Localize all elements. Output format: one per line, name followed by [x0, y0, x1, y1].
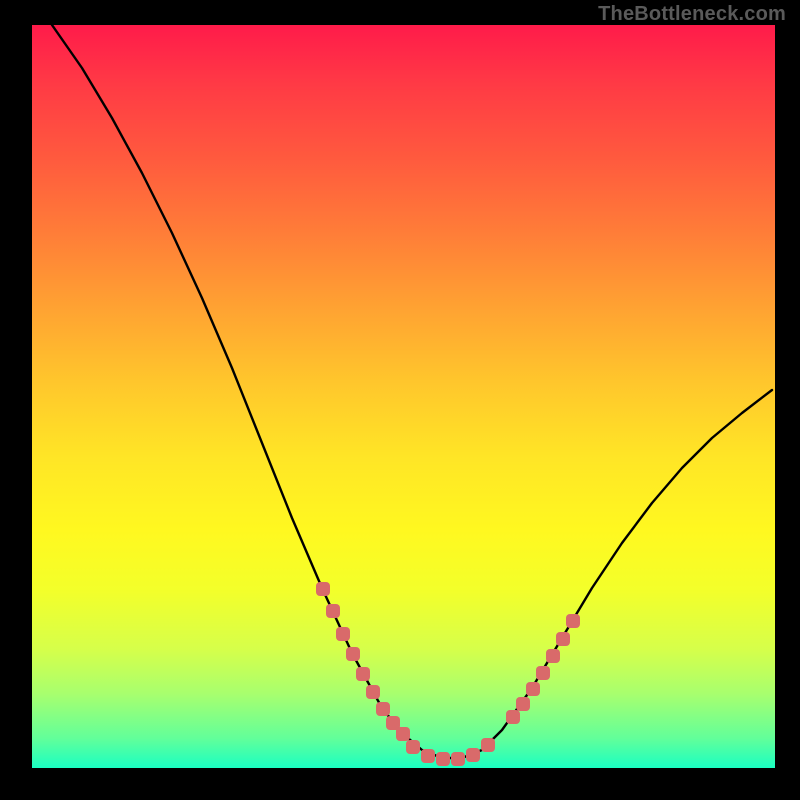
left-highlight-dots-dot [326, 604, 340, 618]
right-highlight-dots-dot [566, 614, 580, 628]
left-highlight-dots-dot [396, 727, 410, 741]
left-highlight-dots-dot [316, 582, 330, 596]
left-highlight-dots-dot [356, 667, 370, 681]
left-highlight-dots-dot [346, 647, 360, 661]
right-highlight-dots-dot [536, 666, 550, 680]
plot-svg [32, 25, 775, 768]
right-highlight-dots-dot [556, 632, 570, 646]
plot-area [32, 25, 775, 768]
valley-highlight-dots-dot [451, 752, 465, 766]
right-highlight-dots-dot [506, 710, 520, 724]
valley-highlight-dots-dot [481, 738, 495, 752]
left-highlight-dots-dot [336, 627, 350, 641]
right-highlight-dots-dot [516, 697, 530, 711]
chart-frame: TheBottleneck.com [0, 0, 800, 800]
left-highlight-dots-dot [366, 685, 380, 699]
valley-highlight-dots-dot [421, 749, 435, 763]
left-highlight-dots-dot [376, 702, 390, 716]
curve-layer [52, 25, 772, 766]
valley-highlight-dots-dot [436, 752, 450, 766]
valley-highlight-dots-dot [466, 748, 480, 762]
right-highlight-dots-dot [546, 649, 560, 663]
valley-highlight-dots-dot [406, 740, 420, 754]
watermark-text: TheBottleneck.com [598, 3, 786, 26]
main-curve [52, 25, 772, 758]
right-highlight-dots-dot [526, 682, 540, 696]
